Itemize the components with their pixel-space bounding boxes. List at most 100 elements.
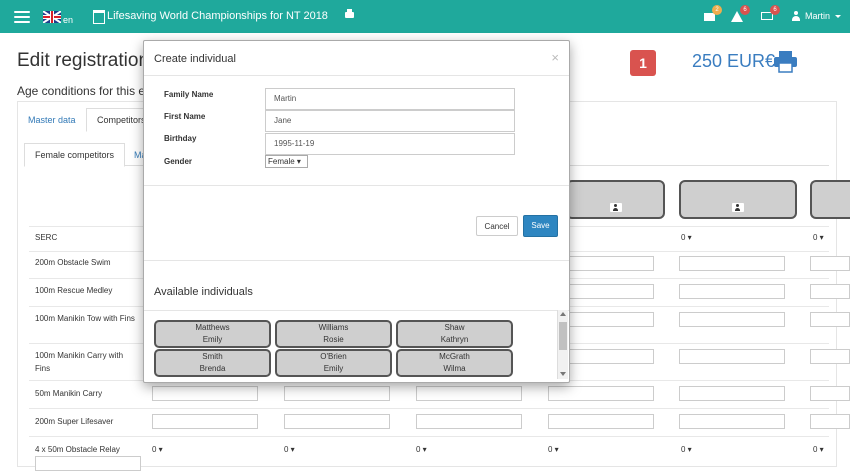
entry-time-input[interactable] bbox=[152, 386, 258, 401]
event-label: 200m Obstacle Swim bbox=[35, 258, 111, 267]
relay-select[interactable]: 0 ▾ bbox=[681, 445, 692, 454]
close-icon[interactable]: × bbox=[551, 50, 559, 65]
modal-title: Create individual bbox=[154, 53, 236, 65]
family-name-input[interactable]: Martin bbox=[265, 88, 515, 110]
top-navbar: en Lifesaving World Championships for NT… bbox=[0, 0, 850, 33]
individual-last-name: Smith bbox=[202, 352, 223, 361]
entry-time-input[interactable] bbox=[810, 256, 850, 271]
relay-select[interactable]: 0 ▾ bbox=[152, 445, 163, 454]
alerts-count-badge: 6 bbox=[740, 5, 750, 15]
create-individual-modal: Create individual × Family Name Martin F… bbox=[143, 40, 570, 383]
individual-first-name: Emily bbox=[323, 364, 344, 373]
individual-card[interactable]: Smith Brenda bbox=[154, 349, 271, 377]
individual-first-name: Wilma bbox=[443, 364, 466, 373]
event-label: SERC bbox=[35, 233, 58, 242]
entry-time-input[interactable] bbox=[548, 414, 654, 429]
row-divider bbox=[29, 408, 829, 409]
available-individuals-title: Available individuals bbox=[154, 286, 253, 298]
family-name-label: Family Name bbox=[164, 90, 214, 99]
entry-time-input[interactable] bbox=[810, 414, 850, 429]
username[interactable]: Martin bbox=[805, 11, 830, 21]
entry-time-input[interactable] bbox=[679, 414, 785, 429]
printer-icon[interactable] bbox=[773, 49, 798, 74]
menu-icon[interactable] bbox=[14, 11, 30, 23]
available-individuals-list: Matthews Emily Williams Rosie Shaw Kathr… bbox=[144, 310, 568, 380]
gender-select[interactable]: Female ▾ bbox=[265, 155, 308, 168]
individual-first-name: Brenda bbox=[199, 364, 226, 373]
individual-card[interactable]: Matthews Emily bbox=[154, 320, 271, 348]
first-name-input[interactable]: Jane bbox=[265, 110, 515, 132]
relay-name-input[interactable] bbox=[35, 456, 141, 471]
scroll-down-icon[interactable] bbox=[560, 372, 566, 376]
save-button[interactable]: Save bbox=[523, 215, 558, 237]
scroll-thumb[interactable] bbox=[559, 322, 567, 350]
relay-select[interactable]: 0 ▾ bbox=[416, 445, 427, 454]
individual-first-name: Rosie bbox=[323, 335, 344, 344]
modal-divider bbox=[144, 185, 569, 186]
language-label[interactable]: en bbox=[63, 15, 73, 25]
entry-time-input[interactable] bbox=[679, 256, 785, 271]
uk-flag-icon[interactable] bbox=[43, 11, 61, 23]
cancel-button[interactable]: Cancel bbox=[476, 216, 518, 236]
relay-select[interactable]: 0 ▾ bbox=[548, 445, 559, 454]
serc-select[interactable]: 0 ▾ bbox=[813, 233, 824, 242]
entry-time-input[interactable] bbox=[679, 284, 785, 299]
tab-female-competitors[interactable]: Female competitors bbox=[24, 143, 126, 167]
individual-last-name: Williams bbox=[318, 323, 349, 332]
entry-time-input[interactable] bbox=[416, 414, 522, 429]
individual-card[interactable]: McGrath Wilma bbox=[396, 349, 513, 377]
messages-count-badge: 2 bbox=[712, 5, 722, 15]
relay-select[interactable]: 0 ▾ bbox=[284, 445, 295, 454]
age-conditions-text: Age conditions for this eve bbox=[17, 84, 158, 98]
calendar-icon bbox=[93, 10, 105, 24]
individual-card[interactable]: Shaw Kathryn bbox=[396, 320, 513, 348]
registration-count-badge: 1 bbox=[630, 50, 656, 76]
price-total: 250 EUR€ bbox=[692, 51, 776, 71]
print-icon[interactable] bbox=[345, 9, 354, 18]
entry-time-input[interactable] bbox=[679, 386, 785, 401]
event-label: 100m Manikin Tow with Fins bbox=[35, 314, 135, 323]
individual-last-name: Shaw bbox=[444, 323, 465, 332]
competitor-slot[interactable] bbox=[566, 180, 665, 219]
add-person-icon[interactable] bbox=[732, 203, 744, 212]
entry-time-input[interactable] bbox=[284, 386, 390, 401]
chevron-down-icon[interactable] bbox=[835, 15, 841, 18]
event-label: 100m Rescue Medley bbox=[35, 286, 113, 295]
entry-time-input[interactable] bbox=[679, 349, 785, 364]
scroll-up-icon[interactable] bbox=[560, 312, 566, 316]
page-title: Edit registration bbox=[17, 50, 150, 71]
birthday-input[interactable]: 1995-11-19 bbox=[265, 133, 515, 155]
add-person-icon[interactable] bbox=[609, 203, 622, 212]
relay-select[interactable]: 0 ▾ bbox=[813, 445, 824, 454]
event-label: 200m Super Lifesaver bbox=[35, 417, 114, 426]
event-label: 4 x 50m Obstacle Relay bbox=[35, 445, 120, 454]
birthday-label: Birthday bbox=[164, 134, 197, 143]
entry-time-input[interactable] bbox=[810, 349, 850, 364]
individual-last-name: O'Brien bbox=[320, 352, 347, 361]
individual-first-name: Emily bbox=[202, 335, 223, 344]
list-scrollbar[interactable] bbox=[557, 310, 568, 379]
user-icon[interactable] bbox=[792, 11, 800, 21]
entry-time-input[interactable] bbox=[416, 386, 522, 401]
entry-time-input[interactable] bbox=[548, 386, 654, 401]
row-divider bbox=[29, 436, 829, 437]
entry-time-input[interactable] bbox=[810, 386, 850, 401]
individual-first-name: Kathryn bbox=[440, 335, 469, 344]
gender-label: Gender bbox=[164, 157, 193, 166]
entry-time-input[interactable] bbox=[284, 414, 390, 429]
competitor-slot[interactable] bbox=[810, 180, 850, 219]
competitor-slot[interactable] bbox=[679, 180, 797, 219]
modal-divider bbox=[144, 260, 569, 261]
individual-card[interactable]: Williams Rosie bbox=[275, 320, 392, 348]
tab-master-data[interactable]: Master data bbox=[18, 109, 86, 131]
event-label: 100m Manikin Carry with Fins bbox=[35, 351, 124, 373]
modal-divider bbox=[144, 75, 569, 76]
serc-select[interactable]: 0 ▾ bbox=[681, 233, 692, 242]
entry-time-input[interactable] bbox=[679, 312, 785, 327]
entry-time-input[interactable] bbox=[810, 284, 850, 299]
first-name-label: First Name bbox=[164, 112, 206, 121]
entry-time-input[interactable] bbox=[810, 312, 850, 327]
individual-card[interactable]: O'Brien Emily bbox=[275, 349, 392, 377]
event-title[interactable]: Lifesaving World Championships for NT 20… bbox=[107, 10, 328, 22]
entry-time-input[interactable] bbox=[152, 414, 258, 429]
